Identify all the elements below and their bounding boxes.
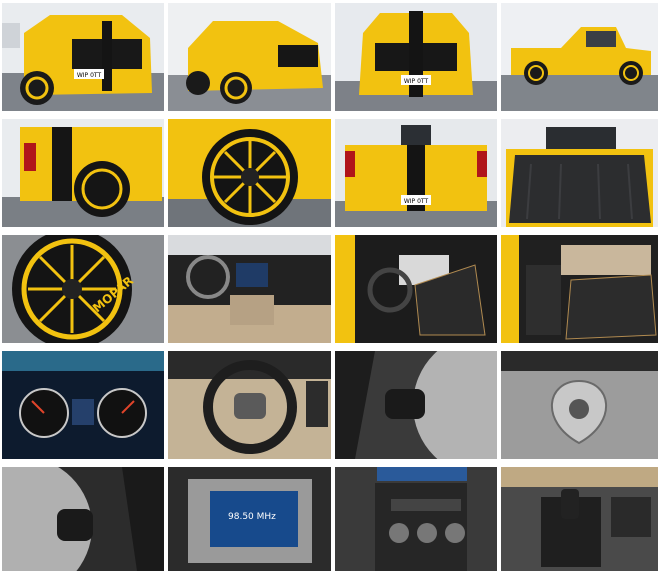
wheel-closeup-image	[168, 119, 331, 227]
photo-center-console-shifter[interactable]	[501, 467, 658, 571]
photo-mopar-wheel[interactable]: MOPAR	[2, 235, 164, 343]
infotainment-screen-image: 98.50 MHz	[168, 467, 331, 571]
front-plate-text: WIP 0TT	[77, 72, 102, 79]
steering-controls-left-image	[335, 351, 497, 459]
steering-controls-right-image	[2, 467, 164, 571]
dashboard-overview-image	[168, 235, 331, 343]
photo-gallery-grid: WIP 0TT WIP 0TT WIP 0TT MOPAR 98.50 MHz	[2, 3, 658, 571]
photo-truck-rear-straight[interactable]: WIP 0TT	[335, 119, 497, 227]
photo-climate-controls[interactable]	[335, 467, 497, 571]
photo-steering-controls-right[interactable]	[2, 467, 164, 571]
photo-wheel-closeup[interactable]	[168, 119, 331, 227]
truck-rear-straight-image: WIP 0TT	[335, 119, 497, 227]
photo-steering-wheel[interactable]	[168, 351, 331, 459]
truck-front-quarter-image: WIP 0TT	[2, 3, 164, 111]
center-console-image	[501, 467, 658, 571]
photo-steering-controls-left[interactable]	[335, 351, 497, 459]
front-straight-plate-text: WIP 0TT	[404, 78, 429, 85]
truck-rear-quarter-image	[2, 119, 164, 227]
photo-ram-logo-airbag[interactable]	[501, 351, 658, 459]
photo-truck-side-profile[interactable]	[501, 3, 658, 111]
photo-truck-front-angle[interactable]	[168, 3, 331, 111]
photo-instrument-cluster[interactable]	[2, 351, 164, 459]
truck-side-image	[501, 3, 658, 111]
photo-driver-seat[interactable]	[335, 235, 497, 343]
ram-logo-image	[501, 351, 658, 459]
mopar-wheel-image: MOPAR	[2, 235, 164, 343]
photo-dashboard-overview[interactable]	[168, 235, 331, 343]
photo-rear-seats[interactable]	[501, 235, 658, 343]
photo-truck-front-three-quarter[interactable]: WIP 0TT	[2, 3, 164, 111]
truck-front-straight-image: WIP 0TT	[335, 3, 497, 111]
rear-seats-image	[501, 235, 658, 343]
rear-plate-text: WIP 0TT	[404, 198, 429, 205]
photo-infotainment-screen[interactable]: 98.50 MHz	[168, 467, 331, 571]
driver-seat-image	[335, 235, 497, 343]
climate-controls-image	[335, 467, 497, 571]
instrument-cluster-image	[2, 351, 164, 459]
photo-truck-rear-quarter[interactable]	[2, 119, 164, 227]
radio-readout: 98.50 MHz	[228, 512, 276, 522]
steering-wheel-image	[168, 351, 331, 459]
truck-front-angle-image	[168, 3, 331, 111]
photo-truck-bed[interactable]	[501, 119, 658, 227]
photo-truck-front-straight[interactable]: WIP 0TT	[335, 3, 497, 111]
truck-bed-image	[501, 119, 658, 227]
